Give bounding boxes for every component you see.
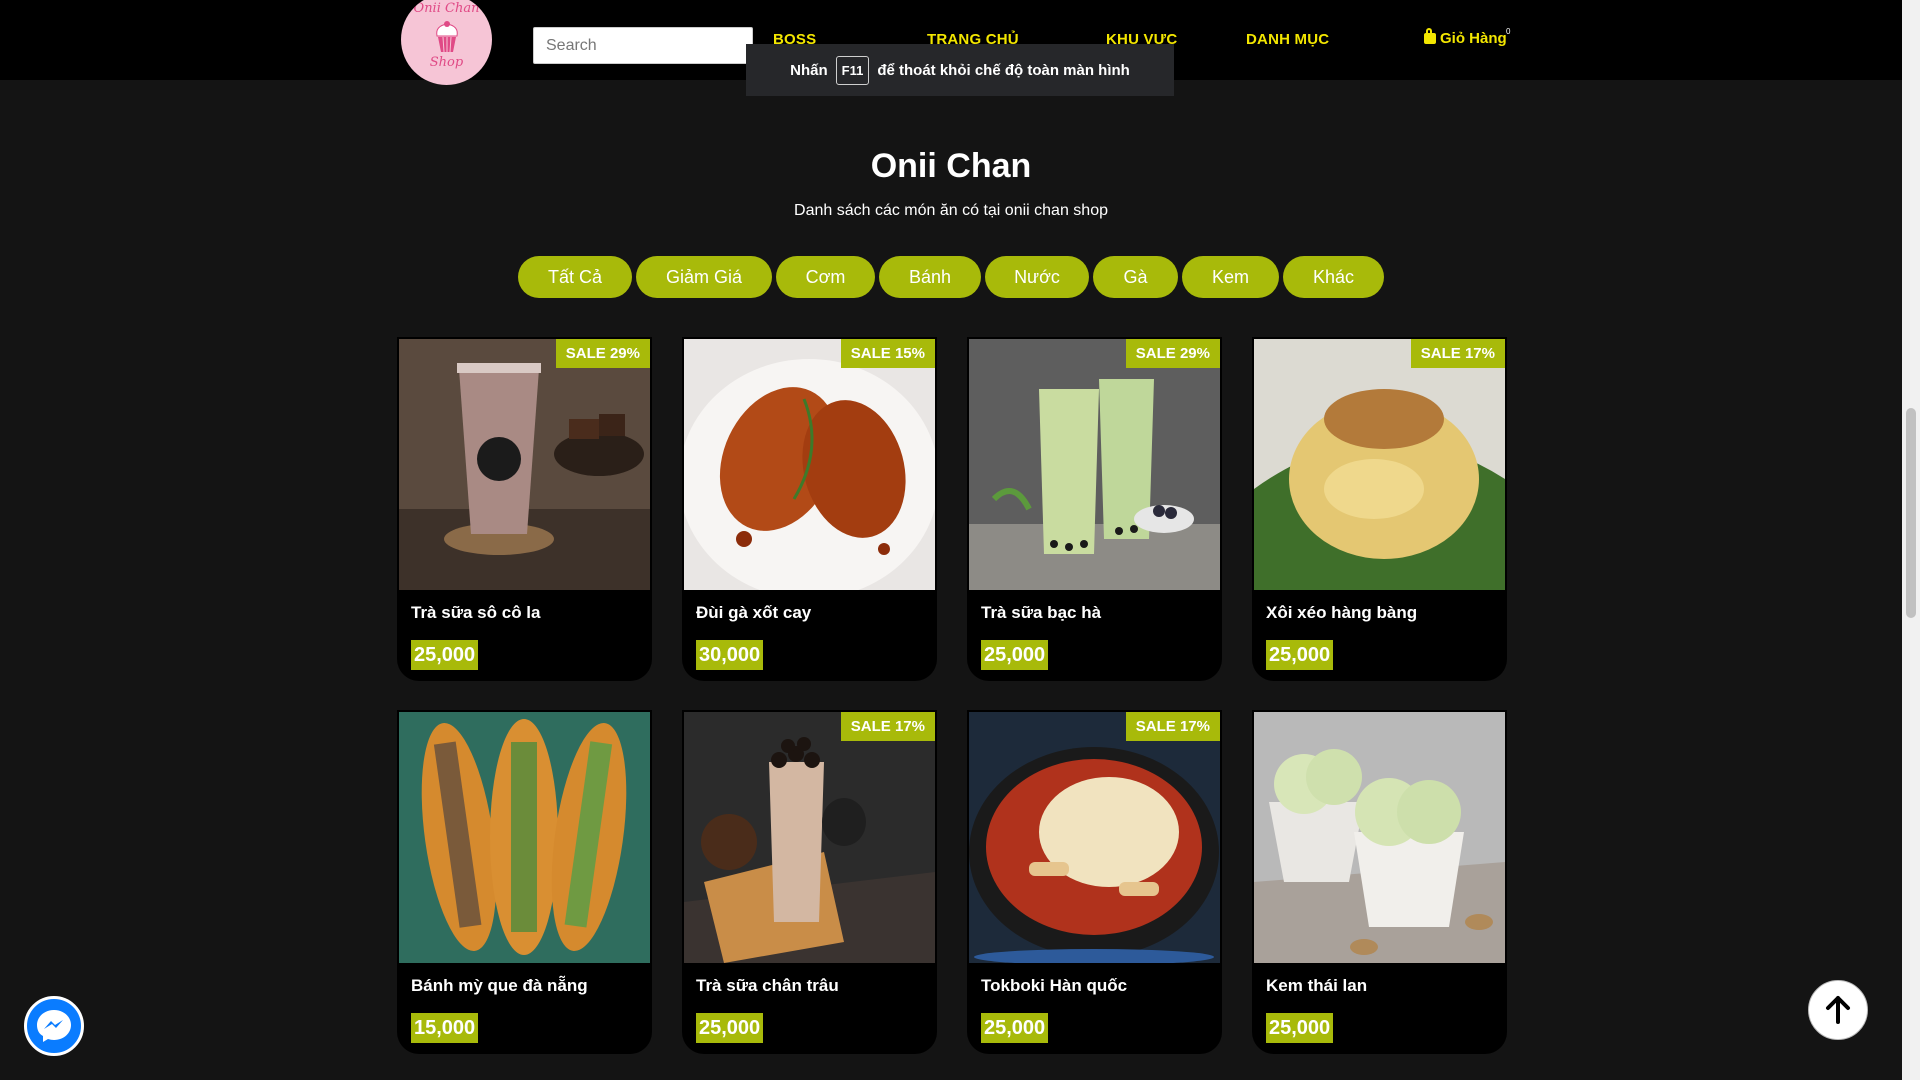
product-image-banh-mi (399, 712, 650, 963)
sale-badge: SALE 17% (1125, 712, 1220, 741)
product-image-chocolate-milk-tea (399, 339, 650, 590)
product-card[interactable]: SALE 29% Trà sữa bạc hà 25,000 (967, 337, 1222, 681)
filter-ga[interactable]: Gà (1093, 256, 1178, 298)
product-price: 15,000 (411, 1013, 479, 1043)
filter-nuoc[interactable]: Nước (985, 256, 1089, 298)
scrollbar-thumb[interactable] (1906, 408, 1916, 618)
messenger-chat-button[interactable] (24, 996, 84, 1056)
sale-badge: SALE 17% (1410, 339, 1505, 368)
product-name: Xôi xéo hàng bàng (1266, 603, 1418, 622)
nav-danh-muc[interactable]: DANH MỤC (1246, 31, 1329, 48)
messenger-icon (37, 1010, 71, 1042)
sale-badge: SALE 15% (840, 339, 935, 368)
product-price: 25,000 (1266, 1013, 1334, 1043)
cupcake-icon (436, 21, 458, 53)
toast-text-before: Nhấn (790, 61, 828, 79)
filter-com[interactable]: Cơm (776, 256, 875, 298)
category-filters: Tất Cả Giảm Giá Cơm Bánh Nước Gà Kem Khá… (0, 256, 1902, 298)
product-card[interactable]: Kem thái lan 25,000 (1252, 710, 1507, 1054)
product-name: Trà sữa chân trâu (696, 976, 839, 995)
page-title: Onii Chan (870, 147, 1032, 185)
product-image-chicken-drumstick (684, 339, 935, 590)
product-card[interactable]: Bánh mỳ que đà nẵng 15,000 (397, 710, 652, 1054)
page-scrollbar[interactable] (1902, 0, 1920, 1080)
cart-count-badge: 0 (1506, 27, 1511, 36)
product-name: Đùi gà xốt cay (696, 603, 812, 622)
shopping-bag-icon (1424, 28, 1436, 44)
shop-logo[interactable]: Onii Chan Shop (401, 0, 492, 85)
product-name: Bánh mỳ que đà nẵng (411, 976, 588, 995)
sale-badge: SALE 29% (555, 339, 650, 368)
fullscreen-toast: Nhấn F11 để thoát khỏi chế độ toàn màn h… (746, 44, 1174, 96)
product-price: 25,000 (696, 1013, 764, 1043)
product-name: Tokboki Hàn quốc (981, 976, 1128, 995)
page-subtitle: Danh sách các món ăn có tại onii chan sh… (794, 202, 1108, 219)
f11-key: F11 (835, 55, 870, 85)
back-to-top-button[interactable] (1808, 980, 1868, 1040)
product-card[interactable]: SALE 17% Xôi xéo hàng bàng 25,000 (1252, 337, 1507, 681)
product-image-pearl-milk-tea (684, 712, 935, 963)
filter-khac[interactable]: Khác (1283, 256, 1384, 298)
product-name: Kem thái lan (1266, 976, 1368, 995)
product-card[interactable]: SALE 29% Trà sữa sô cô la 25,000 (397, 337, 652, 681)
filter-kem[interactable]: Kem (1182, 256, 1279, 298)
arrow-up-icon (1826, 996, 1850, 1024)
search-input[interactable] (533, 27, 753, 64)
product-price: 25,000 (411, 640, 479, 670)
toast-text-after: để thoát khỏi chế độ toàn màn hình (877, 61, 1130, 79)
sale-badge: SALE 29% (1125, 339, 1220, 368)
filter-giam-gia[interactable]: Giảm Giá (636, 256, 772, 298)
product-price: 30,000 (696, 640, 764, 670)
filter-tat-ca[interactable]: Tất Cả (518, 256, 632, 298)
logo-text-bottom: Shop (429, 55, 464, 70)
product-price: 25,000 (1266, 640, 1334, 670)
cart-link[interactable]: Giỏ Hàng (1424, 28, 1507, 47)
product-name: Trà sữa sô cô la (411, 603, 541, 622)
product-card[interactable]: SALE 17% Tokboki Hàn quốc 25,000 (967, 710, 1222, 1054)
sale-badge: SALE 17% (840, 712, 935, 741)
product-image-mint-milk-tea (969, 339, 1220, 590)
product-card[interactable]: SALE 17% Trà sữa chân trâu 25,000 (682, 710, 937, 1054)
product-card[interactable]: SALE 15% Đùi gà xốt cay 30,000 (682, 337, 937, 681)
cart-label: Giỏ Hàng (1440, 30, 1507, 47)
logo-text-top: Onii Chan (413, 1, 480, 16)
product-image-sticky-rice (1254, 339, 1505, 590)
product-name: Trà sữa bạc hà (981, 603, 1102, 622)
product-price: 25,000 (981, 640, 1049, 670)
product-price: 25,000 (981, 1013, 1049, 1043)
product-image-thai-ice-cream (1254, 712, 1505, 963)
product-image-tokbokki (969, 712, 1220, 963)
filter-banh[interactable]: Bánh (879, 256, 981, 298)
